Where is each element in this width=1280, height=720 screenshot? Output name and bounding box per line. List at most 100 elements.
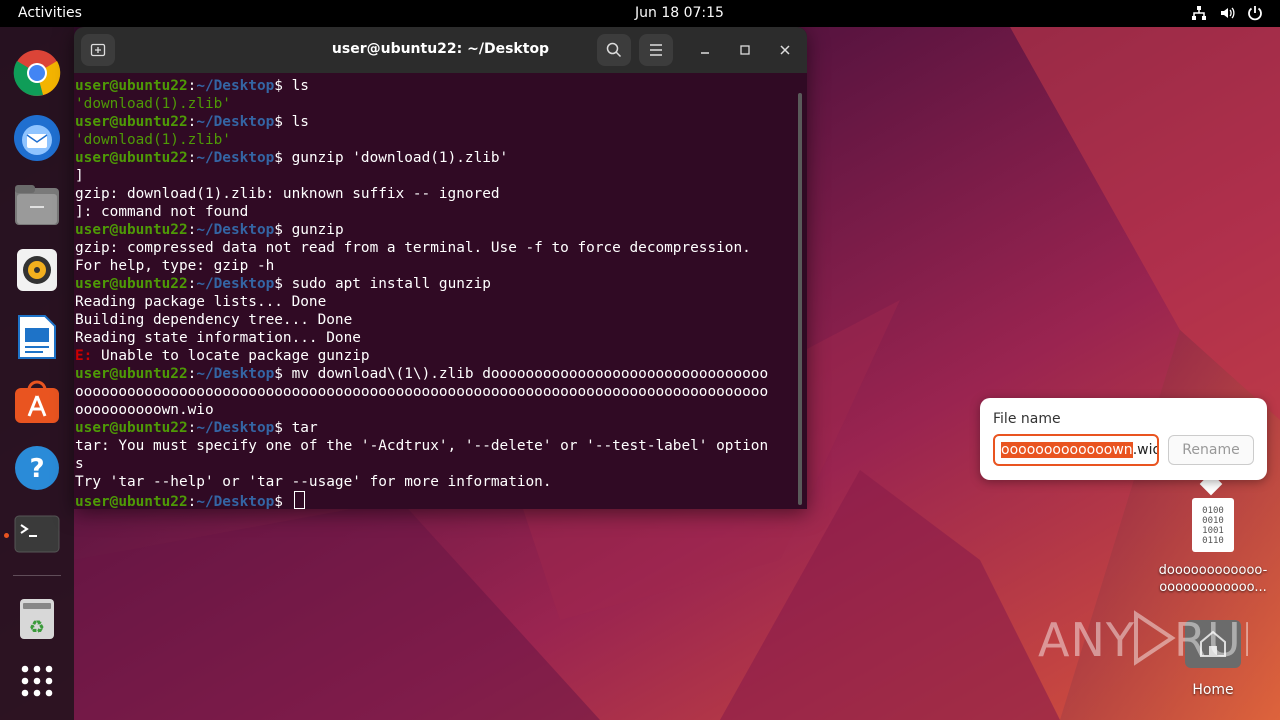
terminal-output[interactable]: user@ubuntu22:~/Desktop$ ls'download(1).…	[75, 77, 795, 509]
prompt-user: user@ubuntu22	[75, 78, 188, 94]
output-text: Building dependency tree... Done	[75, 312, 353, 328]
output-text: 'download(1).zlib'	[75, 96, 231, 112]
anyrun-watermark: ANY RUN	[1038, 608, 1276, 680]
prompt-path: ~/Desktop	[196, 222, 275, 238]
hamburger-icon	[650, 44, 662, 56]
terminal-line: For help, type: gzip -h	[75, 257, 795, 275]
dock: ? ♻	[0, 27, 74, 720]
output-text: Unable to locate package gunzip	[92, 348, 370, 364]
terminal-line: Reading state information... Done	[75, 329, 795, 347]
command-text: $ mv download\(1\).zlib dooooooooooooooo…	[274, 366, 769, 382]
rename-button[interactable]: Rename	[1168, 435, 1254, 465]
svg-text:♻: ♻	[29, 617, 45, 638]
terminal-line: 'download(1).zlib'	[75, 95, 795, 113]
activities-button[interactable]: Activities	[18, 5, 82, 21]
power-icon[interactable]	[1246, 4, 1264, 22]
chrome-icon[interactable]	[12, 48, 62, 98]
output-text: oooooooooown.wio	[75, 402, 214, 418]
prompt-user: user@ubuntu22	[75, 494, 188, 509]
command-text: $	[274, 494, 292, 509]
terminal-window[interactable]: user@ubuntu22: ~/Desktop user@ubuntu22:~…	[74, 27, 807, 509]
terminal-line: user@ubuntu22:~/Desktop$ gunzip 'downloa…	[75, 149, 795, 167]
output-text: Reading package lists... Done	[75, 294, 327, 310]
minimize-button[interactable]	[693, 38, 717, 62]
output-text: oooooooooooooooooooooooooooooooooooooooo…	[75, 384, 769, 400]
file-bits: 0100 0010 1001 0110	[1202, 506, 1224, 546]
home-label: Home	[1192, 682, 1234, 698]
terminal-line: s	[75, 455, 795, 473]
prompt-colon: :	[187, 420, 197, 436]
terminal-line: oooooooooown.wio	[75, 401, 795, 419]
app-center-icon[interactable]	[12, 377, 62, 427]
prompt-colon: :	[187, 222, 197, 238]
rhythmbox-icon[interactable]	[12, 245, 62, 295]
terminal-line: user@ubuntu22:~/Desktop$ gunzip	[75, 221, 795, 239]
terminal-scrollbar[interactable]	[798, 93, 802, 505]
running-indicator	[4, 533, 9, 538]
prompt-path: ~/Desktop	[196, 78, 275, 94]
trash-icon[interactable]: ♻	[12, 594, 62, 644]
terminal-line: user@ubuntu22:~/Desktop$	[75, 491, 795, 509]
file-name-input[interactable]: ooooooooooooown.wio	[993, 434, 1159, 466]
prompt-colon: :	[187, 276, 197, 292]
terminal-line: Try 'tar --help' or 'tar --usage' for mo…	[75, 473, 795, 491]
search-button[interactable]	[597, 34, 631, 66]
prompt-colon: :	[187, 150, 197, 166]
rename-popover: File name ooooooooooooown.wio Rename	[980, 398, 1267, 480]
svg-text:RUN: RUN	[1174, 613, 1248, 667]
prompt-path: ~/Desktop	[196, 114, 275, 130]
clock[interactable]: Jun 18 07:15	[635, 5, 724, 21]
prompt-colon: :	[187, 114, 197, 130]
command-text: $ ls	[274, 78, 309, 94]
command-text: $ gunzip	[274, 222, 344, 238]
terminal-line: tar: You must specify one of the '-Acdtr…	[75, 437, 795, 455]
prompt-user: user@ubuntu22	[75, 366, 188, 382]
menu-button[interactable]	[639, 34, 673, 66]
desktop-file[interactable]: 0100 0010 1001 0110 doooooooooooo- ooooo…	[1150, 498, 1276, 596]
file-name-label: File name	[993, 411, 1061, 427]
output-text: For help, type: gzip -h	[75, 258, 275, 274]
terminal-line: ]: command not found	[75, 203, 795, 221]
prompt-path: ~/Desktop	[196, 366, 275, 382]
file-extension: .wio	[1132, 442, 1159, 458]
terminal-headerbar[interactable]: user@ubuntu22: ~/Desktop	[74, 27, 807, 73]
files-icon[interactable]	[12, 180, 62, 230]
terminal-cursor	[293, 491, 305, 509]
terminal-line: user@ubuntu22:~/Desktop$ ls	[75, 77, 795, 95]
prompt-user: user@ubuntu22	[75, 150, 188, 166]
terminal-line: Reading package lists... Done	[75, 293, 795, 311]
file-label-line1: doooooooooooo-	[1158, 563, 1268, 578]
command-text: $ ls	[274, 114, 309, 130]
network-icon[interactable]	[1190, 4, 1208, 22]
volume-icon[interactable]	[1218, 4, 1236, 22]
maximize-button[interactable]	[733, 38, 757, 62]
svg-text:ANY: ANY	[1038, 613, 1135, 667]
output-text: Try 'tar --help' or 'tar --usage' for mo…	[75, 474, 552, 490]
prompt-user: user@ubuntu22	[75, 276, 188, 292]
new-tab-button[interactable]	[81, 34, 115, 66]
command-text: $ gunzip 'download(1).zlib'	[274, 150, 509, 166]
terminal-line: user@ubuntu22:~/Desktop$ mv download\(1\…	[75, 365, 795, 383]
prompt-user: user@ubuntu22	[75, 114, 188, 130]
help-icon[interactable]: ?	[12, 443, 62, 493]
output-text: gzip: compressed data not read from a te…	[75, 240, 751, 256]
selected-text: ooooooooooooown	[1001, 442, 1133, 458]
close-icon	[780, 45, 790, 55]
prompt-colon: :	[187, 78, 197, 94]
terminal-line: gzip: download(1).zlib: unknown suffix -…	[75, 185, 795, 203]
terminal-line: E: Unable to locate package gunzip	[75, 347, 795, 365]
terminal-line: user@ubuntu22:~/Desktop$ tar	[75, 419, 795, 437]
terminal-line: user@ubuntu22:~/Desktop$ sudo apt instal…	[75, 275, 795, 293]
writer-icon[interactable]	[12, 312, 62, 362]
svg-text:?: ?	[29, 454, 44, 484]
terminal-icon[interactable]	[12, 509, 62, 559]
close-button[interactable]	[773, 38, 797, 62]
system-tray[interactable]	[1190, 4, 1264, 22]
output-text: tar: You must specify one of the '-Acdtr…	[75, 438, 769, 454]
thunderbird-icon[interactable]	[12, 113, 62, 163]
show-apps-icon[interactable]	[12, 656, 62, 706]
output-text: s	[75, 456, 84, 472]
prompt-colon: :	[187, 494, 197, 509]
prompt-path: ~/Desktop	[196, 150, 275, 166]
prompt-user: user@ubuntu22	[75, 420, 188, 436]
